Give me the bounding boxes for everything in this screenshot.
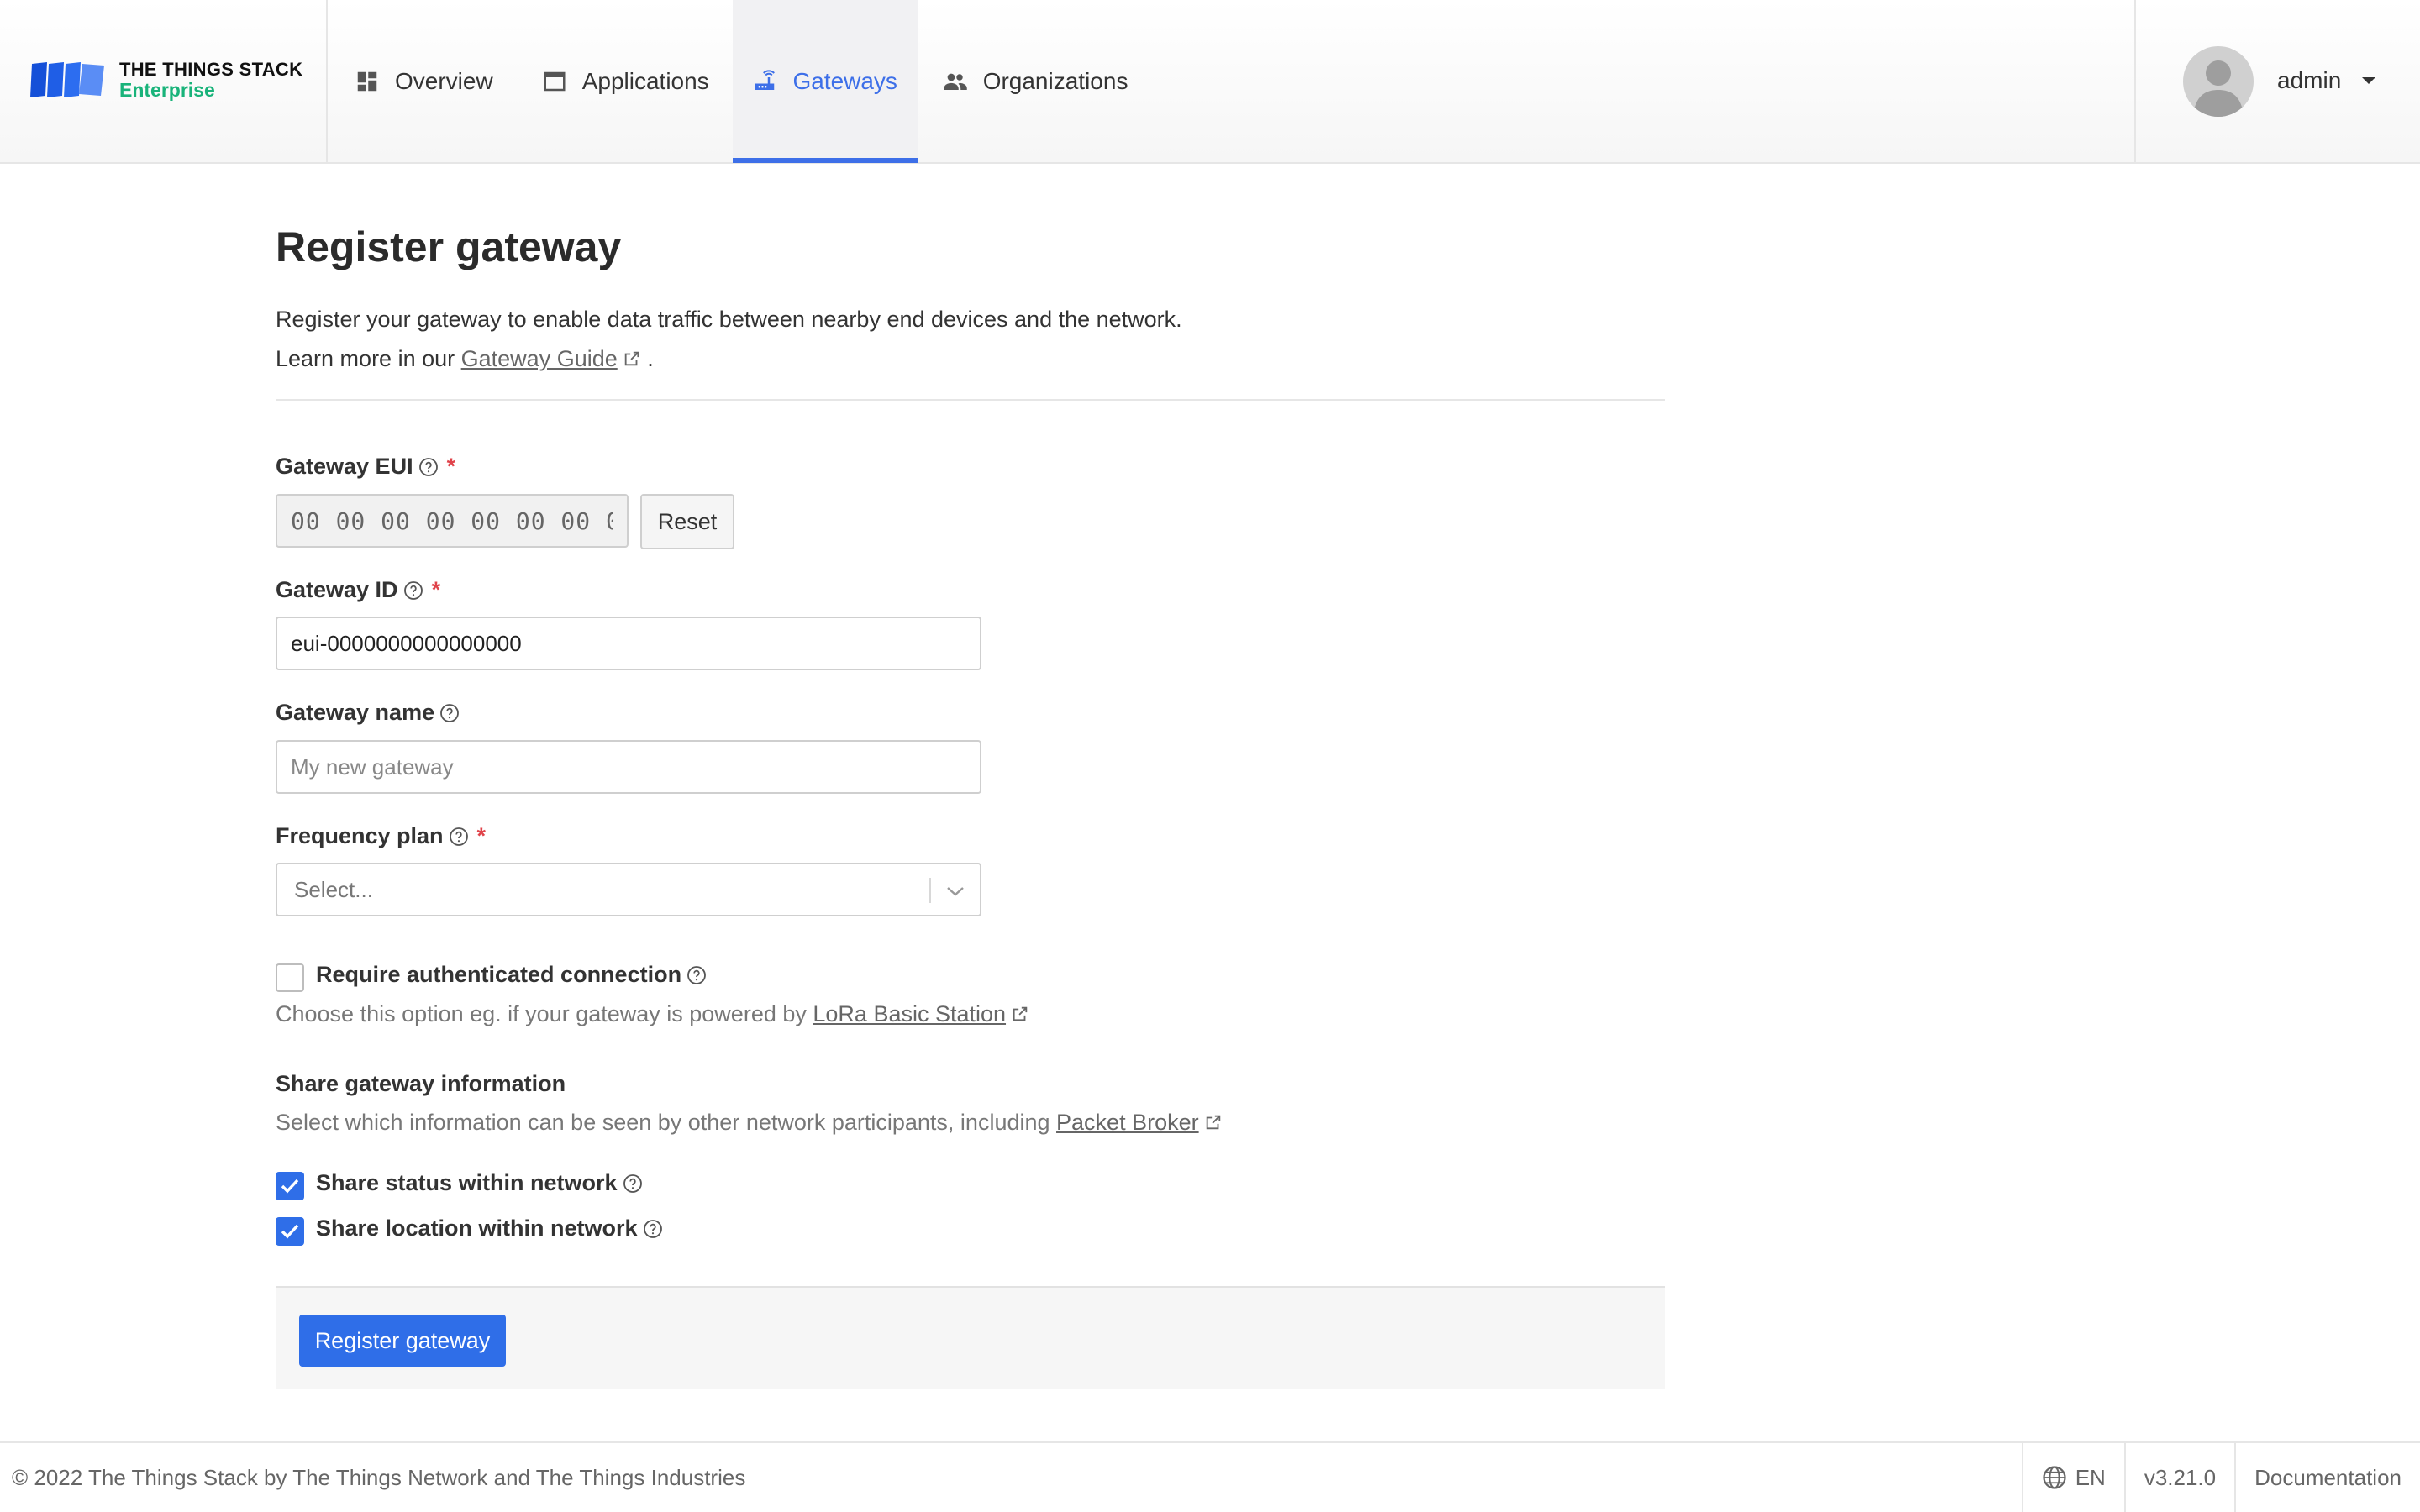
require-auth-checkbox[interactable] (276, 963, 304, 992)
frequency-plan-placeholder: Select... (294, 876, 373, 902)
documentation-link[interactable]: Documentation (2234, 1443, 2420, 1512)
reset-eui-button[interactable]: Reset (640, 494, 734, 549)
nav-item-label: Overview (395, 67, 493, 94)
chevron-down-icon[interactable] (944, 881, 966, 901)
lora-basic-station-link[interactable]: LoRa Basic Station (813, 1001, 1006, 1026)
share-location-label: Share location within network (316, 1215, 663, 1242)
help-icon[interactable] (643, 1219, 663, 1239)
require-auth-desc-text: Choose this option eg. if your gateway i… (276, 1001, 807, 1026)
language-label: EN (2075, 1464, 2106, 1490)
help-icon[interactable] (439, 703, 460, 723)
gateway-eui-label-text: Gateway EUI (276, 454, 413, 479)
external-link-icon (1206, 1115, 1220, 1130)
footer-links: EN v3.21.0 Documentation (2021, 1443, 2420, 1512)
packet-broker-link[interactable]: Packet Broker (1056, 1110, 1199, 1135)
gateway-guide-link[interactable]: Gateway Guide (461, 346, 618, 371)
required-marker: * (431, 577, 441, 602)
caret-down-icon (2362, 77, 2375, 84)
select-separator (929, 878, 931, 903)
footer: © 2022 The Things Stack by The Things Ne… (0, 1441, 2420, 1512)
intro-suffix: . (647, 346, 654, 371)
require-auth-label-text: Require authenticated connection (316, 962, 682, 987)
help-icon[interactable] (623, 1173, 643, 1194)
top-header: THE THINGS STACK Enterprise Overview App… (0, 0, 2420, 164)
router-icon (755, 69, 776, 90)
nav-item-label: Organizations (982, 67, 1128, 94)
share-status-label: Share status within network (316, 1170, 643, 1196)
help-icon[interactable] (403, 580, 424, 601)
nav-item-applications[interactable]: Applications (517, 0, 733, 162)
intro-prefix: Learn more in our (276, 346, 455, 371)
window-icon (544, 71, 566, 91)
divider (276, 399, 1665, 401)
checkmark-icon (281, 1179, 299, 1194)
frequency-plan-label: Frequency plan * (276, 823, 486, 849)
page-intro: Register your gateway to enable data tra… (276, 300, 1182, 379)
gateway-name-label: Gateway name (276, 700, 460, 726)
version-text: v3.21.0 (2144, 1464, 2217, 1490)
avatar (2183, 46, 2254, 117)
share-location-label-text: Share location within network (316, 1215, 638, 1241)
require-auth-description: Choose this option eg. if your gateway i… (276, 1001, 1029, 1027)
version-label: v3.21.0 (2123, 1443, 2234, 1512)
gateway-id-input[interactable] (276, 617, 981, 670)
required-marker: * (446, 454, 456, 479)
things-stack-logo-icon (30, 62, 104, 97)
nav-item-organizations[interactable]: Organizations (918, 0, 1152, 162)
help-icon[interactable] (687, 965, 707, 985)
page-title: Register gateway (276, 223, 622, 270)
nav-item-gateways[interactable]: Gateways (732, 0, 918, 163)
share-status-checkbox[interactable] (276, 1172, 304, 1200)
required-marker: * (476, 823, 487, 848)
intro-learn-more: Learn more in our Gateway Guide . (276, 339, 1182, 379)
dashboard-icon (357, 71, 377, 91)
gateway-name-input[interactable] (276, 740, 981, 794)
documentation-text: Documentation (2254, 1464, 2402, 1490)
gateway-eui-input[interactable] (276, 494, 629, 548)
register-gateway-button[interactable]: Register gateway (299, 1315, 506, 1367)
help-icon[interactable] (449, 827, 469, 847)
external-link-icon (1013, 1006, 1028, 1021)
nav-item-overview[interactable]: Overview (329, 0, 517, 162)
brand[interactable]: THE THINGS STACK Enterprise (0, 0, 328, 162)
user-silhouette-icon (2193, 60, 2244, 117)
intro-text: Register your gateway to enable data tra… (276, 307, 1182, 332)
frequency-plan-select[interactable]: Select... (276, 863, 981, 916)
language-selector[interactable]: EN (2021, 1443, 2124, 1512)
require-auth-label: Require authenticated connection (316, 962, 707, 988)
gateway-name-label-text: Gateway name (276, 700, 435, 725)
nav-item-label: Applications (581, 67, 709, 94)
brand-text: THE THINGS STACK Enterprise (119, 60, 302, 100)
frequency-plan-label-text: Frequency plan (276, 823, 444, 848)
copyright-text: © 2022 The Things Stack by The Things Ne… (12, 1465, 746, 1490)
external-link-icon (624, 351, 639, 366)
people-icon (943, 73, 967, 90)
share-info-heading: Share gateway information (276, 1071, 566, 1096)
brand-name: THE THINGS STACK (119, 59, 303, 80)
share-status-label-text: Share status within network (316, 1170, 618, 1195)
brand-edition: Enterprise (119, 79, 215, 101)
gateway-id-label: Gateway ID * (276, 577, 440, 603)
globe-icon (2043, 1466, 2066, 1489)
user-menu[interactable]: admin (2134, 0, 2420, 162)
gateway-id-label-text: Gateway ID (276, 577, 398, 602)
help-icon[interactable] (418, 457, 439, 477)
share-info-desc-text: Select which information can be seen by … (276, 1110, 1050, 1135)
nav-item-label: Gateways (792, 67, 897, 94)
user-name: admin (2277, 67, 2342, 93)
gateway-eui-label: Gateway EUI * (276, 454, 455, 480)
main-nav: Overview Applications Gateways Organizat… (329, 0, 1152, 163)
checkmark-icon (281, 1224, 299, 1239)
submit-bar: Register gateway (276, 1286, 1665, 1389)
share-info-description: Select which information can be seen by … (276, 1110, 1223, 1136)
share-location-checkbox[interactable] (276, 1217, 304, 1246)
